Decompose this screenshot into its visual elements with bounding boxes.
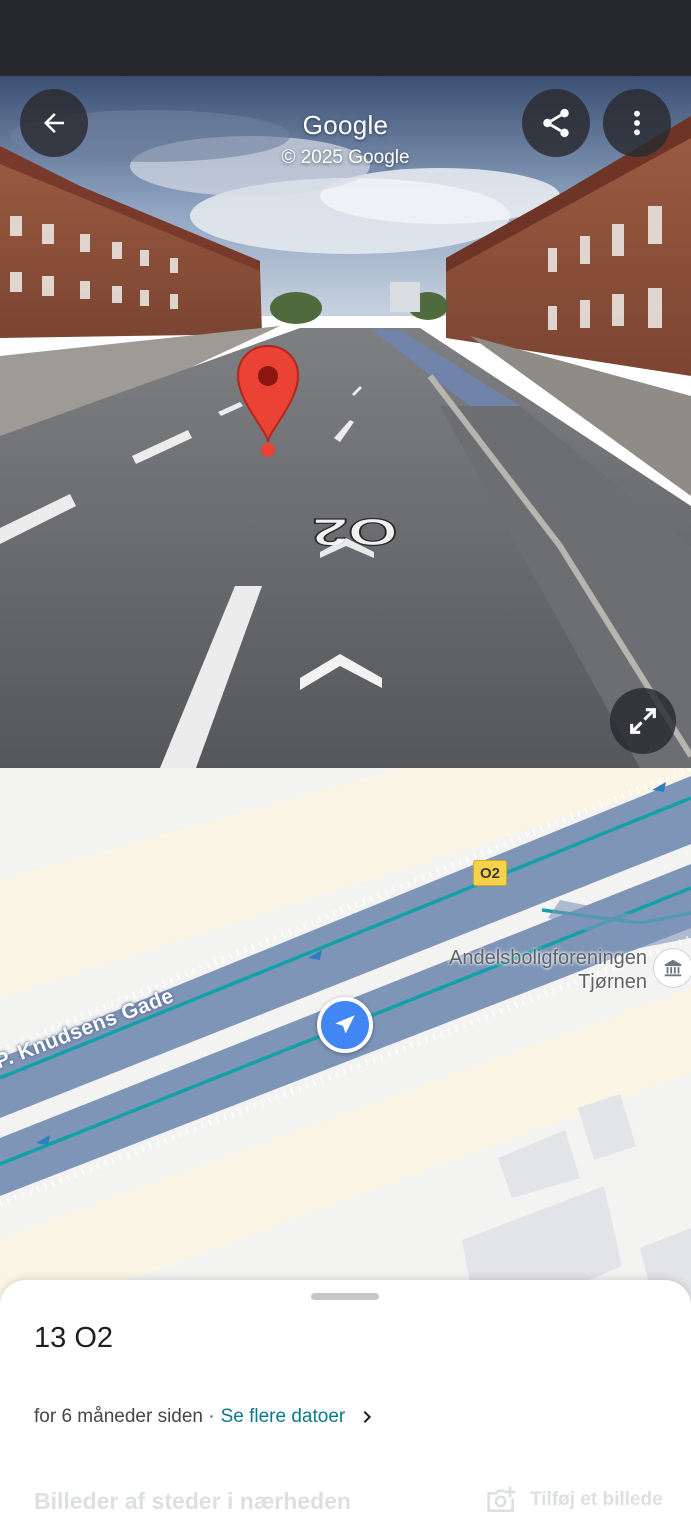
navigation-arrow-icon [335, 1015, 355, 1034]
poi-marker[interactable] [653, 948, 691, 988]
nearby-photos-heading: Billeder af steder i nærheden [34, 1488, 351, 1514]
expand-icon [630, 708, 656, 734]
back-button[interactable] [20, 89, 88, 157]
more-options-button[interactable] [603, 89, 671, 157]
add-photo-icon [487, 1486, 516, 1512]
poi-name-line2: Tjørnen [578, 971, 647, 993]
share-icon [543, 108, 569, 138]
expand-button[interactable] [610, 688, 676, 754]
chevron-right-icon[interactable] [359, 1409, 375, 1425]
drag-handle[interactable] [311, 1293, 379, 1300]
more-vert-icon [634, 110, 640, 136]
screen: O2 Google © 2025 Google P. Knudsens Gade… [0, 0, 691, 1536]
copyright-text: © 2025 Google [281, 147, 410, 168]
current-position-marker[interactable] [317, 997, 373, 1053]
place-title: 13 O2 [34, 1322, 113, 1354]
capture-date-row: for 6 måneder siden · Se flere datoer [34, 1406, 375, 1428]
poi-label[interactable]: Andelsboligforeningen Tjørnen [449, 946, 647, 994]
building-icon [664, 959, 682, 977]
street-view-panorama[interactable]: O2 Google © 2025 Google [0, 76, 691, 768]
add-photo-button[interactable]: Tilføj et billede [484, 1484, 663, 1516]
route-badge: O2 [473, 860, 507, 886]
capture-date-text: for 6 måneder siden · [34, 1406, 215, 1427]
poi-name-line1: Andelsboligforeningen [449, 947, 647, 969]
arrow-left-icon [44, 113, 64, 133]
see-more-dates-link[interactable]: Se flere datoer [221, 1406, 346, 1428]
bottom-sheet[interactable]: 13 O2 for 6 måneder siden · Se flere dat… [0, 1280, 691, 1536]
share-button[interactable] [522, 89, 590, 157]
add-photo-label: Tilføj et billede [530, 1489, 663, 1510]
status-bar [0, 0, 691, 76]
